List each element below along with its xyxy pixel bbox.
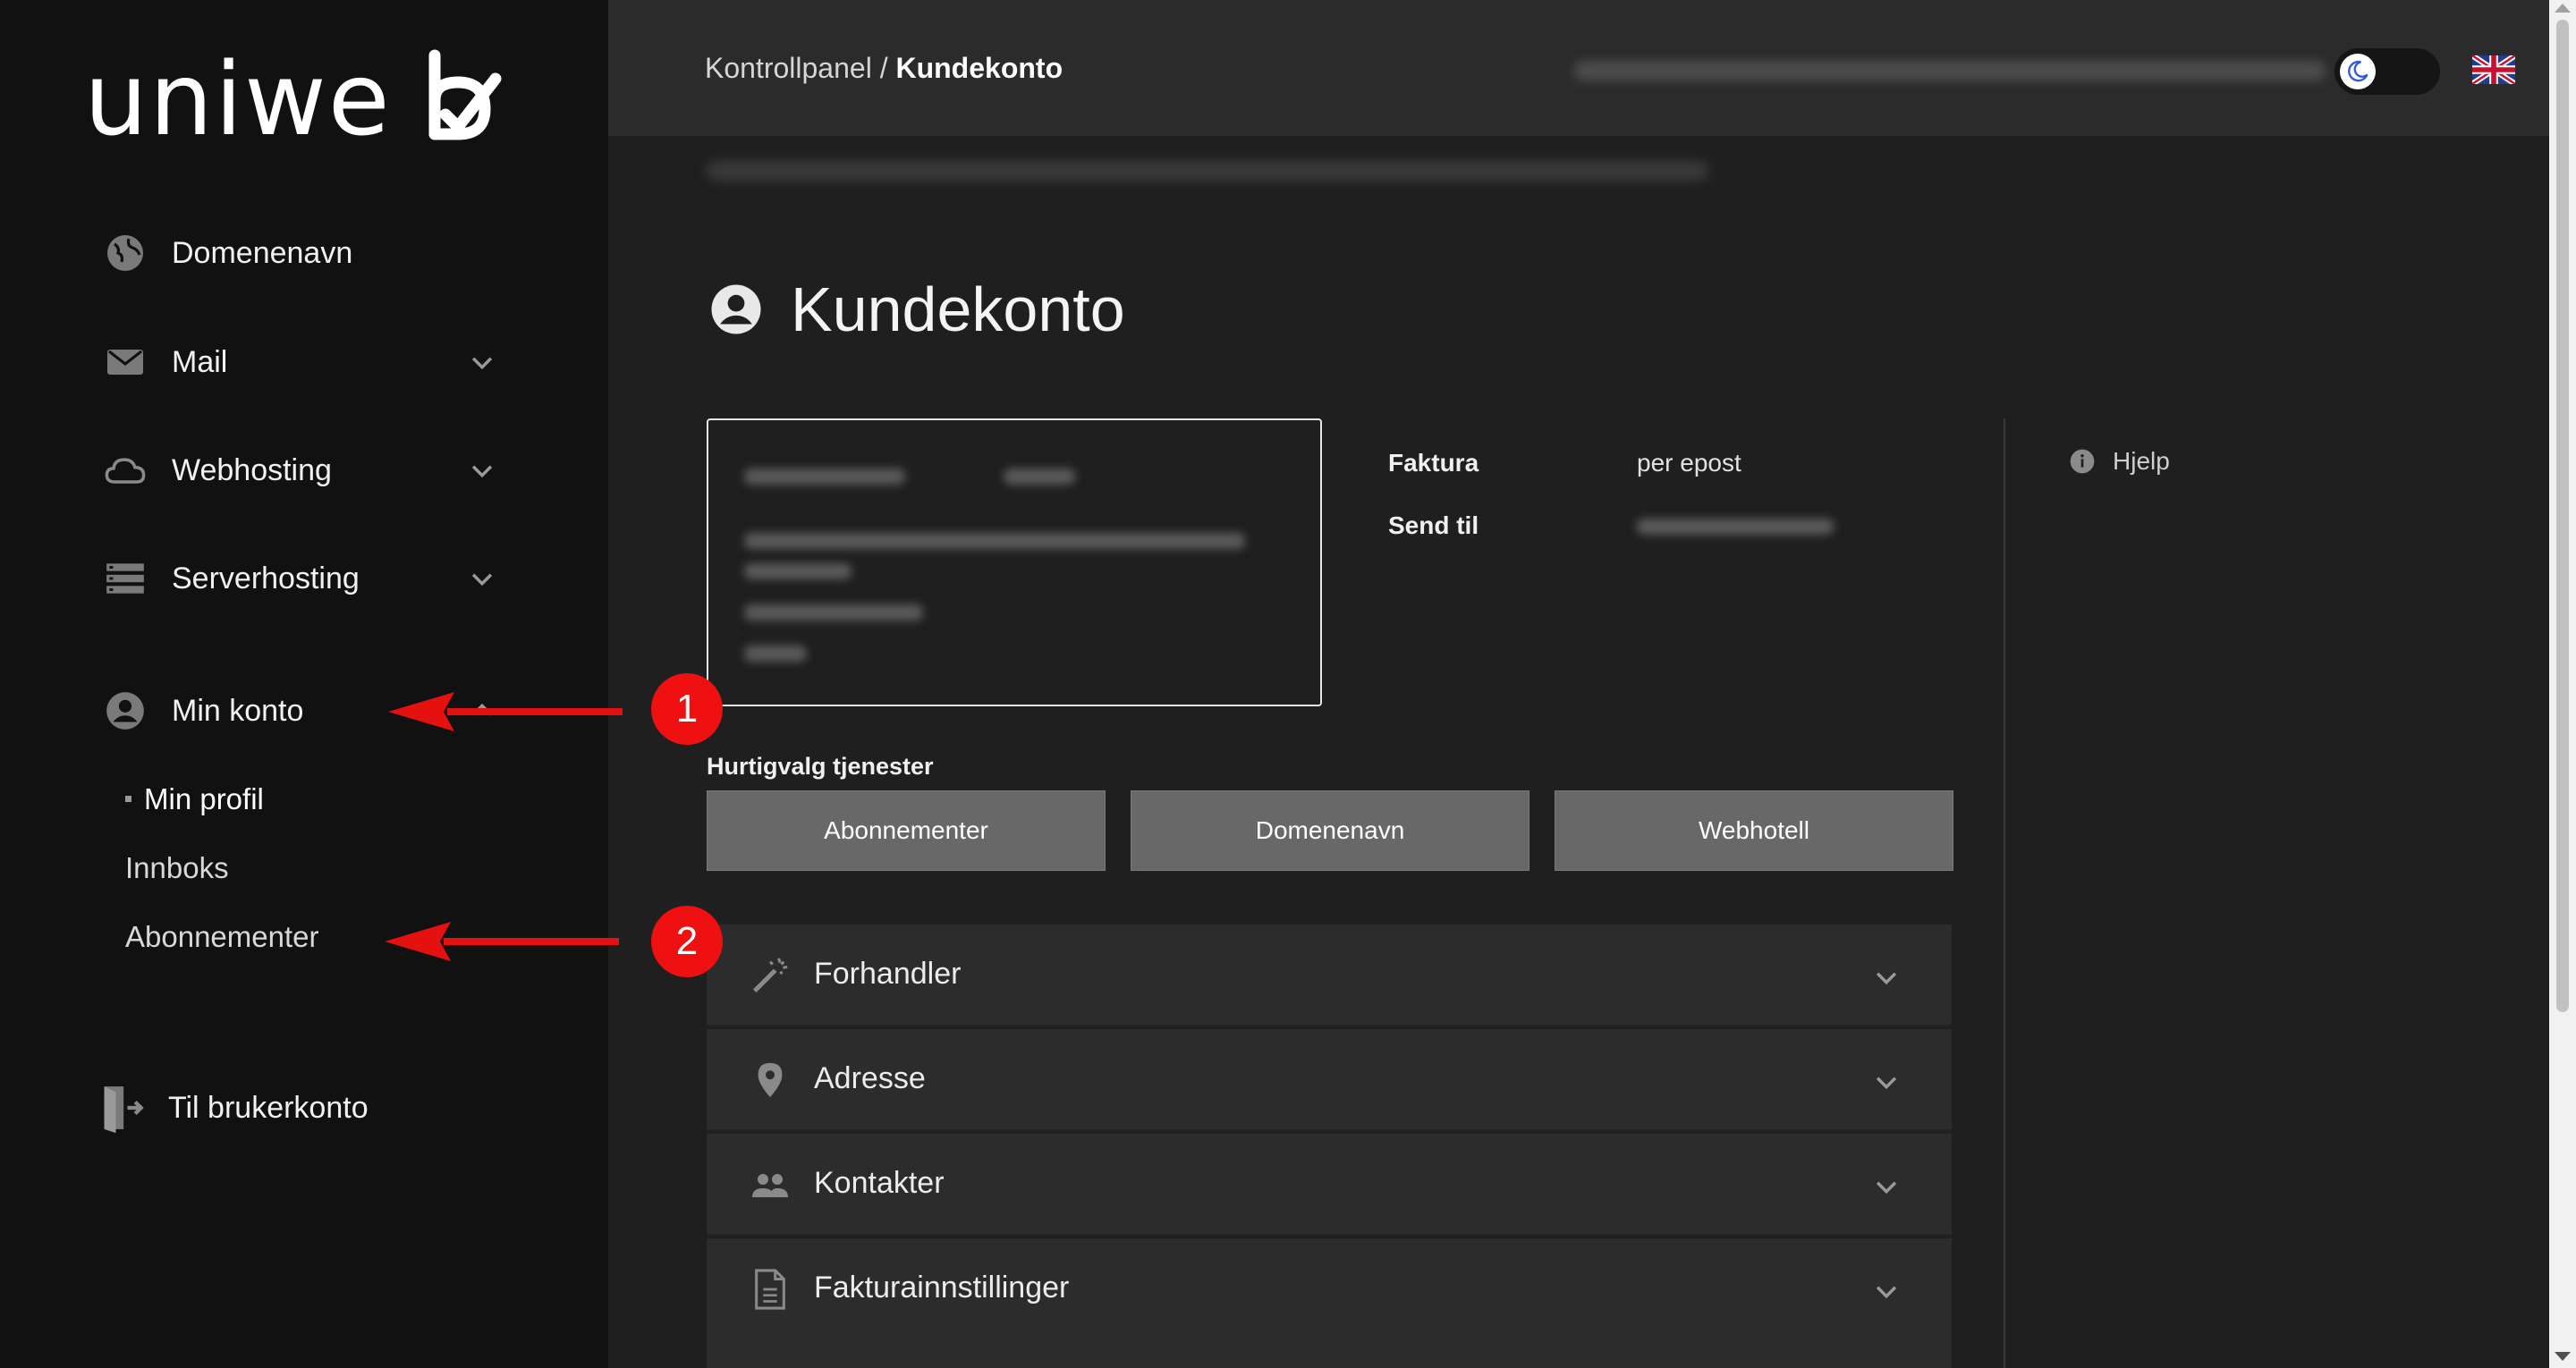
quick-button-webhotell[interactable]: Webhotell [1555, 790, 1953, 871]
redacted-text [1004, 469, 1075, 485]
chevron-down-icon [1876, 1077, 1897, 1090]
sidebar-subitem-label: Abonnementer [125, 920, 319, 953]
page-title: Kundekonto [707, 265, 1125, 354]
globe-icon [102, 230, 148, 276]
redacted-user-info [1574, 61, 2326, 80]
annotation-arrow-1 [388, 692, 623, 731]
sidebar-item-label: Til brukerkonto [168, 1090, 369, 1125]
sidebar-item-label: Webhosting [172, 452, 332, 487]
help-link[interactable]: Hjelp [2068, 447, 2170, 476]
sidebar-subitem-label: Innboks [125, 851, 229, 884]
redacted-account-info [707, 161, 1708, 181]
accordion-label: Adresse [814, 1061, 926, 1095]
accordion-forhandler[interactable]: Forhandler [707, 925, 1952, 1026]
scrollbar-thumb[interactable] [2556, 20, 2569, 1012]
redacted-text [744, 604, 923, 621]
sidebar-item-label: Serverhosting [172, 561, 360, 595]
cloud-icon [102, 447, 148, 494]
magic-wand-icon [748, 953, 792, 998]
accordion-label: Kontakter [814, 1166, 945, 1200]
uniweb-logo[interactable]: uniwe [84, 46, 504, 154]
redacted-email [1637, 519, 1834, 535]
accordion-adresse[interactable]: Adresse [707, 1029, 1952, 1131]
sidebar-item-label: Min konto [172, 693, 304, 728]
chevron-down-icon [471, 357, 493, 370]
divider [2004, 418, 2005, 1368]
scroll-up-arrow-icon[interactable] [2555, 4, 2571, 13]
envelope-icon [102, 339, 148, 385]
redacted-text [744, 563, 852, 579]
quick-services-title: Hurtigvalg tjenester [707, 753, 934, 780]
breadcrumb: Kontrollpanel / Kundekonto [705, 52, 1063, 85]
help-label: Hjelp [2113, 447, 2170, 475]
sidebar-item-mail[interactable]: Mail [102, 331, 513, 393]
faktura-value: per epost [1637, 449, 1741, 477]
quick-button-domenenavn[interactable]: Domenenavn [1131, 790, 1530, 871]
sidebar-item-label: Mail [172, 344, 228, 379]
redacted-text [744, 469, 905, 485]
uk-flag-icon[interactable] [2472, 55, 2515, 84]
sidebar-subitem-min-profil[interactable]: Min profil [125, 782, 264, 816]
breadcrumb-current: Kundekonto [895, 52, 1063, 84]
redacted-text [744, 533, 1245, 549]
chevron-down-icon [471, 573, 493, 587]
sidebar-item-label: Domenenavn [172, 235, 353, 270]
chevron-down-icon [1876, 1181, 1897, 1195]
address-card [707, 418, 1322, 706]
top-bar: Kontrollpanel / Kundekonto [608, 0, 2549, 136]
chevron-down-icon [1876, 1286, 1897, 1299]
accordion-kontakter[interactable]: Kontakter [707, 1134, 1952, 1236]
sidebar: uniwe Domenenavn Mail Webhosting Serverh… [0, 0, 608, 1368]
server-icon [102, 555, 148, 602]
document-icon [748, 1267, 792, 1312]
redacted-text [744, 646, 807, 662]
svg-text:uniwe: uniwe [84, 46, 392, 154]
breadcrumb-separator: / [879, 52, 888, 84]
scroll-down-arrow-icon[interactable] [2555, 1352, 2571, 1361]
sidebar-subitem-innboks[interactable]: Innboks [125, 851, 229, 885]
moon-icon [2340, 54, 2376, 89]
info-icon [2070, 449, 2095, 474]
sidebar-subitem-abonnementer[interactable]: Abonnementer [125, 920, 318, 954]
page-title-text: Kundekonto [791, 274, 1125, 344]
account-circle-icon [711, 284, 761, 334]
accordion-label: Fakturainnstillinger [814, 1271, 1070, 1305]
exit-door-icon [98, 1085, 145, 1134]
faktura-label: Faktura [1388, 449, 1479, 477]
account-circle-icon [102, 688, 148, 734]
annotation-badge-2: 2 [651, 906, 723, 977]
sidebar-subitem-label: Min profil [144, 782, 264, 815]
map-pin-icon [748, 1058, 792, 1102]
sidebar-item-domenenavn[interactable]: Domenenavn [102, 222, 513, 284]
sidebar-item-webhosting[interactable]: Webhosting [102, 439, 513, 502]
active-bullet [125, 795, 131, 802]
annotation-badge-1: 1 [651, 673, 723, 745]
chevron-down-icon [1876, 972, 1897, 985]
sidebar-item-til-brukerkonto[interactable]: Til brukerkonto [98, 1077, 510, 1139]
sidebar-item-serverhosting[interactable]: Serverhosting [102, 547, 513, 610]
chevron-down-icon [471, 465, 493, 478]
annotation-arrow-2 [385, 922, 619, 961]
people-icon [748, 1162, 792, 1207]
accordion-fakturainnstillinger[interactable]: Fakturainnstillinger [707, 1238, 1952, 1368]
quick-button-abonnementer[interactable]: Abonnementer [707, 790, 1106, 871]
send-til-label: Send til [1388, 511, 1479, 539]
breadcrumb-root[interactable]: Kontrollpanel [705, 52, 872, 84]
theme-toggle[interactable] [2334, 48, 2440, 95]
accordion-label: Forhandler [814, 957, 962, 991]
